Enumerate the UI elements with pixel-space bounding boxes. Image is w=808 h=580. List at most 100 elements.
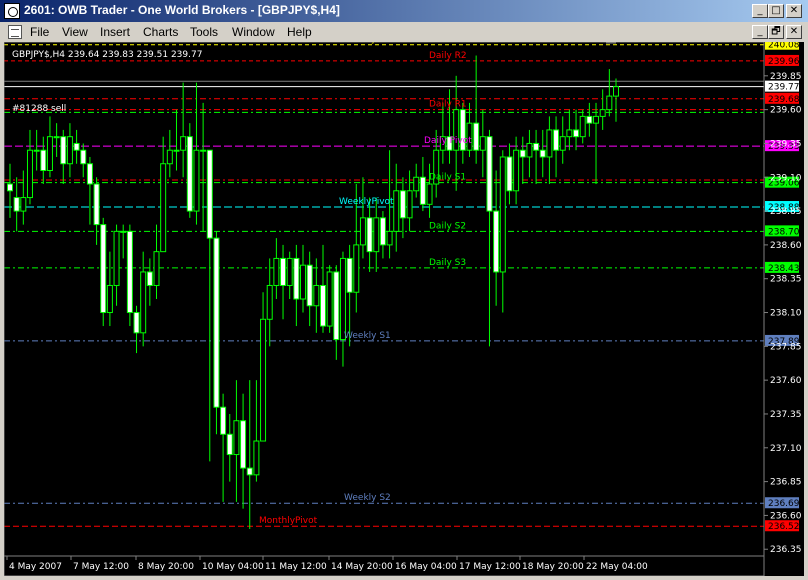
- y-tick-label: 239.60: [770, 106, 802, 116]
- chart-area[interactable]: Weekly R1Daily R2Daily R1Daily PivotDail…: [4, 42, 804, 576]
- candle-body: [186, 136, 193, 212]
- level-price-text: 240.08: [768, 42, 800, 51]
- y-tick-label: 239.35: [770, 139, 802, 149]
- candle-body: [539, 149, 546, 158]
- candle-body: [593, 115, 600, 124]
- candle-body: [513, 149, 520, 192]
- x-tick-label: 22 May 04:00: [586, 562, 648, 572]
- x-tick-label: 10 May 04:00: [202, 562, 264, 572]
- x-tick-label: 11 May 12:00: [265, 562, 327, 572]
- candle-body: [526, 142, 533, 158]
- candle-body: [473, 122, 480, 151]
- order-label: #81288 sell: [12, 104, 66, 114]
- candle-body: [166, 149, 173, 165]
- candle-body: [126, 230, 133, 314]
- candle-body: [559, 136, 566, 151]
- candle-body: [180, 136, 187, 151]
- menu-help[interactable]: Help: [287, 25, 312, 39]
- candle-body: [379, 217, 386, 246]
- candle-body: [206, 149, 213, 239]
- x-tick-label: 8 May 20:00: [138, 562, 194, 572]
- app-icon[interactable]: [4, 3, 20, 19]
- menu-file[interactable]: File: [30, 25, 49, 39]
- candle-body: [613, 86, 619, 97]
- candle-body: [326, 271, 333, 327]
- candle-body: [393, 190, 400, 232]
- menu-view[interactable]: View: [62, 25, 88, 39]
- candle-body: [533, 142, 540, 151]
- y-tick-label: 236.85: [770, 478, 802, 488]
- level-name: MonthlyPivot: [259, 516, 318, 526]
- candle-body: [13, 197, 20, 212]
- level-price-text: 239.96: [768, 57, 800, 67]
- candle-body: [366, 217, 373, 253]
- candle-body: [280, 257, 287, 286]
- symbol-info: GBPJPY$,H4 239.64 239.83 239.51 239.77: [12, 50, 202, 60]
- level-price-text: 239.77: [768, 83, 800, 93]
- candle-body: [200, 149, 207, 152]
- candle-body: [386, 230, 393, 246]
- candle-body: [293, 257, 300, 300]
- chart-window-icon[interactable]: [8, 25, 22, 39]
- candle-body: [173, 149, 180, 152]
- menu-insert[interactable]: Insert: [100, 25, 130, 39]
- y-tick-label: 238.10: [770, 309, 802, 319]
- menu-charts[interactable]: Charts: [143, 25, 178, 39]
- candle-body: [33, 149, 40, 152]
- candle-body: [399, 190, 406, 219]
- doc-minimize-button[interactable]: _: [752, 25, 768, 39]
- candle-body: [140, 271, 147, 334]
- minimize-button[interactable]: _: [752, 4, 768, 18]
- candle-body: [226, 433, 233, 456]
- candle-body: [306, 264, 313, 307]
- candle-body: [120, 230, 127, 233]
- candle-body: [193, 149, 200, 212]
- y-tick-label: 238.85: [770, 207, 802, 217]
- candle-body: [519, 149, 526, 158]
- y-tick-label: 238.60: [770, 241, 802, 251]
- candle-body: [20, 197, 27, 212]
- level-name: Daily S2: [429, 221, 466, 231]
- candle-body: [493, 210, 500, 273]
- candle-body: [353, 244, 360, 293]
- close-button[interactable]: ✕: [786, 4, 802, 18]
- level-price-text: 238.43: [768, 264, 800, 274]
- candle-body: [240, 420, 247, 469]
- candle-body: [100, 224, 107, 314]
- candle-body: [566, 129, 573, 138]
- candle-body: [300, 264, 307, 300]
- level-name: Daily S1: [429, 173, 466, 183]
- candle-body: [373, 217, 380, 253]
- doc-restore-button[interactable]: 🗗: [768, 25, 784, 39]
- candle-body: [133, 312, 140, 334]
- maximize-button[interactable]: □: [768, 4, 784, 18]
- y-tick-label: 239.10: [770, 173, 802, 183]
- doc-close-button[interactable]: ✕: [786, 25, 802, 39]
- menu-tools[interactable]: Tools: [190, 25, 218, 39]
- candle-body: [406, 190, 413, 219]
- candle-body: [80, 149, 87, 165]
- candle-body: [146, 271, 153, 286]
- level-name: Daily Pivot: [424, 136, 472, 146]
- candle-body: [66, 136, 73, 165]
- candle-body: [160, 163, 167, 253]
- level-name: Weekly S2: [344, 493, 391, 503]
- candle-body: [213, 237, 220, 408]
- menu-window[interactable]: Window: [232, 25, 275, 39]
- x-tick-label: 4 May 2007: [9, 562, 62, 572]
- candle-body: [26, 149, 33, 199]
- x-tick-label: 16 May 04:00: [395, 562, 457, 572]
- title-bar: 2601: OWB Trader - One World Brokers - […: [0, 0, 808, 22]
- y-tick-label: 237.35: [770, 410, 802, 420]
- level-price-text: 236.52: [768, 522, 800, 532]
- candlestick-chart[interactable]: Weekly R1Daily R2Daily R1Daily PivotDail…: [4, 42, 804, 576]
- candle-body: [413, 176, 420, 192]
- menu-bar: File View Insert Charts Tools Window Hel…: [0, 22, 808, 42]
- candle-body: [553, 129, 560, 151]
- candle-body: [546, 129, 553, 158]
- candle-body: [426, 183, 433, 205]
- candle-body: [499, 156, 506, 273]
- candle-body: [339, 257, 346, 341]
- y-tick-label: 237.85: [770, 342, 802, 352]
- candle-body: [73, 142, 80, 151]
